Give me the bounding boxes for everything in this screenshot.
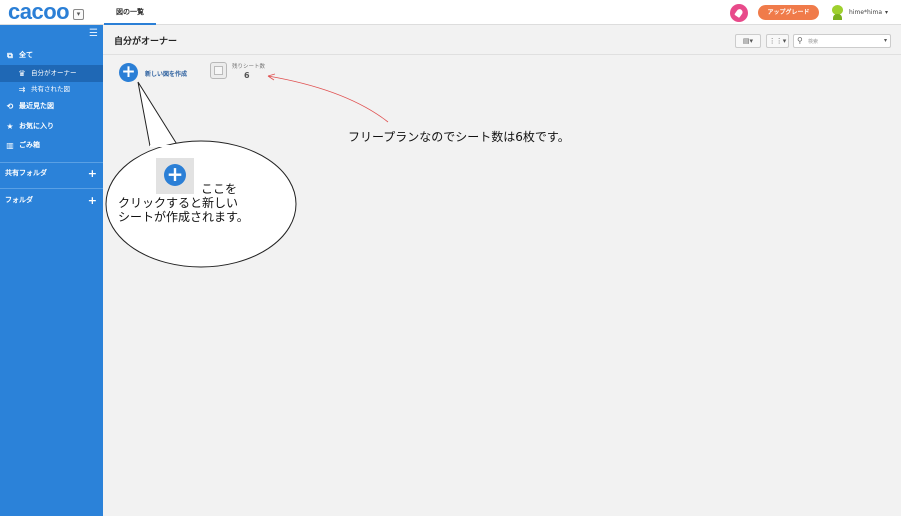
folders-label: フォルダ <box>5 196 33 204</box>
sidebar-item-recent[interactable]: ⟲ 最近見た図 <box>0 98 103 115</box>
trash-icon: ▥ <box>6 141 14 150</box>
add-shared-folder-icon[interactable]: + <box>88 165 97 182</box>
cacoo-logo[interactable]: cacoo <box>8 1 70 23</box>
hamburger-menu-icon[interactable]: ☰ <box>89 28 98 39</box>
annotation-note: フリープランなのでシート数は6枚です。 <box>348 130 570 144</box>
bubble-text-line1: ここを <box>201 182 238 196</box>
search-placeholder: 検索 <box>808 39 819 45</box>
user-menu-caret-icon[interactable]: ▾ <box>885 9 888 16</box>
speech-bubble-tail <box>137 81 179 147</box>
remaining-sheets-count: 6 <box>244 71 250 80</box>
sidebar-item-label: 最近見た図 <box>19 102 54 110</box>
star-icon: ★ <box>6 122 14 131</box>
new-diagram-plus-icon[interactable]: + <box>119 63 138 82</box>
logo-dropdown-icon[interactable]: ▾ <box>73 9 84 20</box>
sidebar-item-favorites[interactable]: ★ お気に入り <box>0 118 103 135</box>
username[interactable]: hime*hima <box>849 9 882 16</box>
avatar[interactable] <box>831 5 844 20</box>
sidebar-folders[interactable]: フォルダ + <box>0 192 103 209</box>
sidebar-item-all[interactable]: ⧉ 全て <box>0 47 103 64</box>
annotation-arrow <box>267 75 389 123</box>
annotation-arrowhead <box>267 73 276 81</box>
sidebar-divider <box>0 188 103 189</box>
sidebar-item-label: 全て <box>19 51 33 59</box>
top-bar: cacoo ▾ 図の一覧 アップグレード hime*hima ▾ <box>0 0 901 25</box>
plus-icon: + <box>164 164 186 186</box>
search-input[interactable]: ⚲ 検索 ▾ <box>793 34 891 48</box>
sidebar-divider <box>0 162 103 163</box>
sidebar-item-label: ごみ箱 <box>19 141 40 149</box>
sidebar-item-owned[interactable]: ♛ 自分がオーナー <box>0 65 103 82</box>
grid-view-button[interactable]: ⋮⋮▾ <box>766 34 789 48</box>
tab-diagram-list[interactable]: 図の一覧 <box>104 0 156 25</box>
sidebar-item-label: お気に入り <box>19 122 54 130</box>
add-folder-icon[interactable]: + <box>88 192 97 209</box>
chevron-down-icon[interactable]: ▾ <box>884 37 887 44</box>
sheets-icon <box>210 62 227 79</box>
new-diagram-button[interactable]: 新しい図を作成 <box>145 69 187 78</box>
bubble-text-line3: シートが作成されます。 <box>118 210 249 224</box>
shared-folders-label: 共有フォルダ <box>5 169 47 177</box>
main-header: 自分がオーナー ▤▾ ⋮⋮▾ ⚲ 検索 ▾ <box>103 25 901 55</box>
sidebar-item-label: 共有された図 <box>31 85 70 93</box>
sidebar-item-label: 自分がオーナー <box>31 69 77 77</box>
bubble-text-line2: クリックすると新しい <box>118 196 239 210</box>
page-title: 自分がオーナー <box>114 37 178 47</box>
sidebar-shared-folders[interactable]: 共有フォルダ + <box>0 165 103 182</box>
remaining-sheets-label: 残りシート数 <box>232 64 266 70</box>
shared-user-icon: ⇉ <box>18 85 26 94</box>
copy-icon: ⧉ <box>7 51 13 60</box>
history-icon: ⟲ <box>6 102 14 111</box>
sidebar-item-shared[interactable]: ⇉ 共有された図 <box>0 81 103 98</box>
sidebar: ☰ ⧉ 全て ♛ 自分がオーナー ⇉ 共有された図 ⟲ 最近見た図 ★ お気に入… <box>0 25 103 516</box>
rocket-icon[interactable] <box>730 4 748 22</box>
upgrade-button[interactable]: アップグレード <box>758 5 819 20</box>
calendar-sort-button[interactable]: ▤▾ <box>735 34 761 48</box>
search-icon: ⚲ <box>797 36 803 45</box>
sidebar-item-trash[interactable]: ▥ ごみ箱 <box>0 137 103 154</box>
crown-icon: ♛ <box>18 69 26 78</box>
